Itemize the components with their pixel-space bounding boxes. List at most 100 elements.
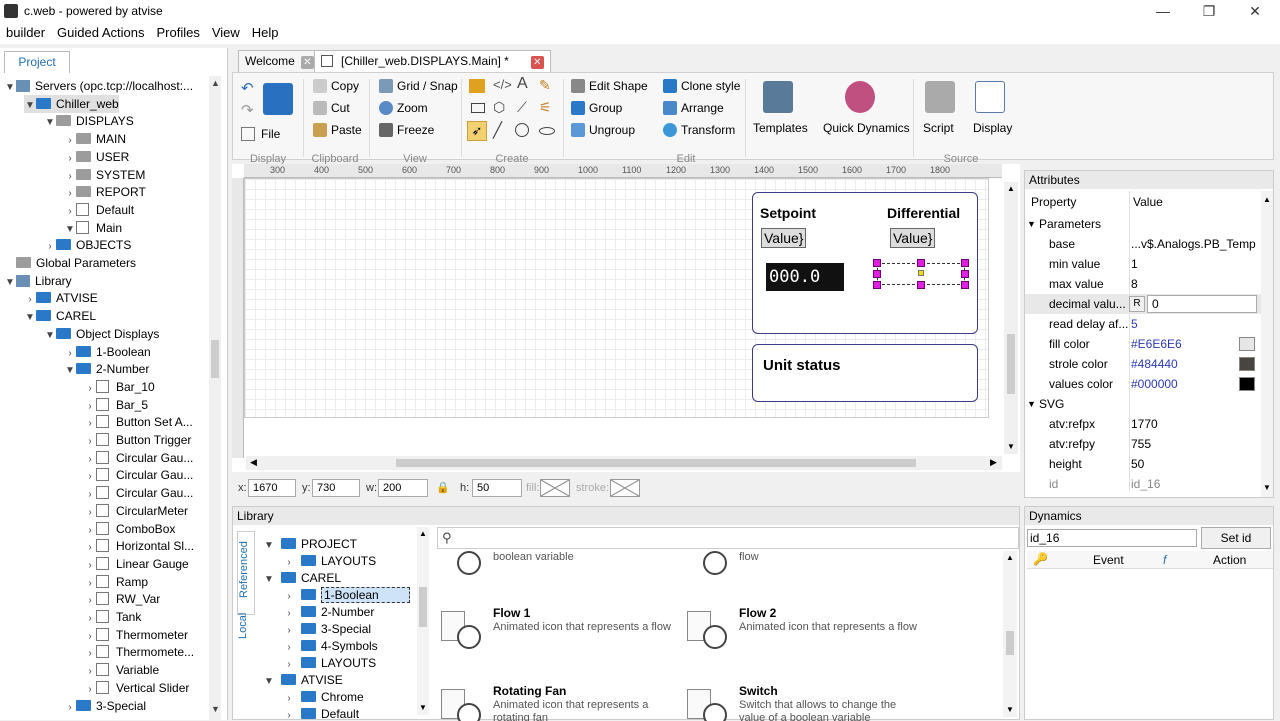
polyline-tool-icon[interactable]: ⟋ [517,99,527,116]
script-button[interactable]: Script [923,121,954,135]
canvas-hscroll[interactable]: ◀ ▶ [246,456,1002,470]
ellipse-tool-icon[interactable] [539,127,555,135]
library-item[interactable]: Flow 1 Animated icon that represents a fl… [437,601,677,671]
tree-item[interactable]: › ComboBox [84,520,175,538]
image-tool-icon[interactable] [469,79,485,93]
resize-handle[interactable] [917,281,925,289]
display-button[interactable]: Display [973,121,1012,135]
library-item[interactable]: Rotating Fan Animated icon that represent… [437,679,677,721]
menu-help[interactable]: Help [246,22,285,43]
lock-icon[interactable]: 🔒 [436,481,450,495]
fill-swatch[interactable] [540,479,570,497]
select-tool-icon[interactable]: ➶ [467,121,487,141]
library-item[interactable]: Flow 2 Animated icon that represents a fl… [683,601,923,671]
attribute-value[interactable]: 755 [1131,434,1151,454]
scroll-thumb[interactable] [396,459,916,467]
copy-button[interactable]: Copy [313,79,359,93]
attribute-row[interactable]: atv:refpx 1770 [1025,414,1261,434]
library-tree-item[interactable]: › Chrome [283,688,363,706]
attribute-value[interactable]: 1770 [1131,414,1158,434]
attribute-row[interactable]: base ...v$.Analogs.PB_Temp [1025,234,1261,254]
library-tree-item[interactable]: ▼ CAREL [263,569,341,587]
templates-button[interactable]: Templates [753,121,808,135]
tree-item[interactable]: ▼ Chiller_web [24,94,119,113]
circle-tool-icon[interactable] [515,123,529,137]
tree-item[interactable]: › Vertical Slider [84,679,189,697]
tree-item[interactable]: › Horizontal Sl... [84,537,194,555]
scroll-up-icon[interactable]: ▲ [211,78,220,88]
close-tab-icon[interactable]: ✕ [530,56,544,69]
attribute-value[interactable]: 0 [1147,295,1257,313]
color-swatch[interactable] [1239,337,1255,351]
chevron-down-icon[interactable]: ▼ [44,114,56,132]
redo-icon[interactable]: ↷ [241,101,254,119]
scroll-up-icon[interactable]: ▲ [1263,195,1271,204]
chevron-down-icon[interactable]: ▼ [4,274,16,292]
tree-item[interactable]: › Circular Gau... [84,484,193,502]
resize-handle[interactable] [961,281,969,289]
tree-item[interactable]: › Circular Gau... [84,449,193,467]
attribute-value[interactable]: 50 [1131,454,1144,474]
attribute-value[interactable]: #000000 [1131,374,1178,394]
tree-item[interactable]: ▼ DISPLAYS [44,112,134,130]
tree-item[interactable]: › MAIN [64,130,126,148]
attribute-row[interactable]: max value 8 [1025,274,1261,294]
scroll-down-icon[interactable]: ▼ [1263,483,1271,492]
ungroup-button[interactable]: Ungroup [571,123,635,137]
cut-button[interactable]: Cut [313,101,350,115]
templates-icon[interactable] [763,81,793,113]
group-button[interactable]: Group [571,101,622,115]
tree-item[interactable]: › ATVISE [24,289,97,307]
tree-item[interactable]: › Ramp [84,573,148,591]
library-tree-item[interactable]: ▼ ATVISE [263,671,343,689]
attribute-value[interactable]: 8 [1131,274,1138,294]
scroll-left-icon[interactable]: ◀ [250,457,257,468]
library-tree-item[interactable]: › 2-Number [283,603,374,621]
menu-builder[interactable]: builder [0,22,51,43]
chevron-down-icon[interactable]: ▼ [263,673,275,691]
undo-icon[interactable]: ↶ [241,79,254,97]
canvas-vscroll[interactable]: ▲ ▼ [1004,182,1018,454]
attribute-row[interactable]: strole color #484440 [1025,354,1261,374]
library-items-scrollbar[interactable]: ▲ ▼ [1003,551,1017,717]
library-tree-item[interactable]: › 3-Special [283,620,371,638]
freeze-button[interactable]: Freeze [379,123,434,137]
tab-welcome[interactable]: Welcome ✕ [238,50,321,72]
tree-item[interactable]: ▼ CAREL [24,307,96,325]
tree-item[interactable]: › Linear Gauge [84,555,189,573]
close-tab-icon[interactable]: ✕ [300,56,314,69]
transform-button[interactable]: Transform [663,123,735,137]
attribute-row[interactable]: min value 1 [1025,254,1261,274]
tree-item[interactable]: ▼ 2-Number [64,360,149,378]
color-swatch[interactable] [1239,357,1255,371]
attribute-row[interactable]: fill color #E6E6E6 [1025,334,1261,354]
library-tree-item[interactable]: › 4-Symbols [283,637,377,655]
maximize-icon[interactable]: ❐ [1186,0,1232,22]
quick-dynamics-button[interactable]: Quick Dynamics [823,121,910,135]
close-icon[interactable]: ✕ [1232,0,1278,22]
menu-view[interactable]: View [206,22,246,43]
attribute-row[interactable]: height 50 [1025,454,1261,474]
file-button[interactable]: File [241,127,280,141]
tree-item[interactable]: › Button Trigger [84,431,191,449]
library-tree-item[interactable]: › LAYOUTS [283,654,376,672]
chevron-down-icon[interactable]: ▼ [24,309,36,327]
chevron-down-icon[interactable]: ▼ [44,327,56,345]
scroll-up-icon[interactable]: ▲ [1007,184,1015,193]
resize-handle[interactable] [873,270,881,278]
tree-item[interactable]: › Bar_5 [84,396,148,414]
tree-item[interactable]: › CircularMeter [84,502,188,520]
chevron-down-icon[interactable]: ▼ [4,79,16,97]
y-input[interactable]: 730 [312,479,360,497]
resize-handle[interactable] [873,281,881,289]
text-tool-icon[interactable]: A [517,75,528,93]
attribute-value[interactable]: #E6E6E6 [1131,334,1182,354]
clone-style-button[interactable]: Clone style [663,79,740,93]
save-icon[interactable] [263,83,293,115]
tree-item[interactable]: › RW_Var [84,590,160,608]
tree-item[interactable]: › Thermometer [84,626,188,644]
line-tool-icon[interactable]: ╱ [493,121,502,139]
chevron-down-icon[interactable]: ▼ [263,571,275,589]
menu-profiles[interactable]: Profiles [150,22,205,43]
tree-item[interactable]: ▼ Library [4,272,72,290]
